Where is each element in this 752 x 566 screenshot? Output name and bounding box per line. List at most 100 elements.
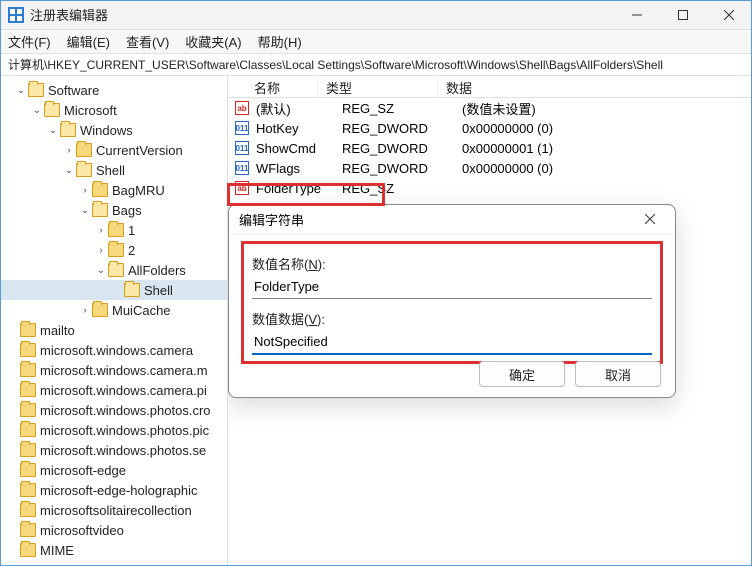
- folder-icon: [92, 203, 108, 217]
- chevron-down-icon[interactable]: ⌄: [14, 85, 28, 96]
- tree-node-bagmru[interactable]: ›BagMRU: [0, 180, 227, 200]
- address-bar[interactable]: 计算机\HKEY_CURRENT_USER\Software\Classes\L…: [0, 54, 752, 76]
- edit-string-dialog: 编辑字符串 数值名称(N): 数值数据(V): 确定 取消: [228, 204, 676, 398]
- tree-node[interactable]: microsoft-edge: [0, 460, 227, 480]
- folder-icon: [20, 343, 36, 357]
- maximize-button[interactable]: [660, 0, 706, 30]
- cancel-button[interactable]: 取消: [575, 361, 661, 387]
- value-row-foldertype[interactable]: ab FolderType REG_SZ: [228, 178, 752, 198]
- col-name[interactable]: 名称: [228, 76, 318, 97]
- folder-icon: [20, 383, 36, 397]
- tree-node-software[interactable]: ⌄Software: [0, 80, 227, 100]
- tree-node[interactable]: microsoft.windows.camera: [0, 340, 227, 360]
- tree-node-allfolders[interactable]: ⌄AllFolders: [0, 260, 227, 280]
- value-data-input[interactable]: [252, 330, 652, 355]
- folder-icon: [92, 183, 108, 197]
- menu-favorites[interactable]: 收藏夹(A): [185, 32, 241, 51]
- tree-node-windows[interactable]: ⌄Windows: [0, 120, 227, 140]
- tree-node-microsoft[interactable]: ⌄Microsoft: [0, 100, 227, 120]
- tree-node[interactable]: microsoft.windows.camera.m: [0, 360, 227, 380]
- menu-bar: 文件(F) 编辑(E) 查看(V) 收藏夹(A) 帮助(H): [0, 30, 752, 54]
- value-row-hotkey[interactable]: 011 HotKey REG_DWORD 0x00000000 (0): [228, 118, 752, 138]
- close-button[interactable]: [706, 0, 752, 30]
- folder-icon: [20, 423, 36, 437]
- folder-icon: [108, 223, 124, 237]
- folder-icon: [20, 483, 36, 497]
- chevron-down-icon[interactable]: ⌄: [46, 125, 60, 136]
- folder-icon: [60, 123, 76, 137]
- chevron-right-icon[interactable]: ›: [62, 145, 76, 156]
- value-name-label: 数值名称(N):: [252, 254, 652, 273]
- folder-icon: [108, 243, 124, 257]
- tree-node[interactable]: microsoftvideo: [0, 520, 227, 540]
- folder-icon: [124, 283, 140, 297]
- folder-icon: [20, 543, 36, 557]
- menu-view[interactable]: 查看(V): [126, 32, 169, 51]
- tree-node-currentversion[interactable]: ›CurrentVersion: [0, 140, 227, 160]
- ok-button[interactable]: 确定: [479, 361, 565, 387]
- value-name-input[interactable]: [252, 275, 652, 299]
- tree-node[interactable]: microsoft.windows.photos.cro: [0, 400, 227, 420]
- folder-icon: [20, 403, 36, 417]
- reg-sz-icon: ab: [232, 101, 252, 115]
- title-bar: 注册表编辑器: [0, 0, 752, 30]
- tree-node-2[interactable]: ›2: [0, 240, 227, 260]
- tree-node[interactable]: microsoft-edge-holographic: [0, 480, 227, 500]
- tree-node-shell[interactable]: ⌄Shell: [0, 160, 227, 180]
- dialog-title-text: 编辑字符串: [239, 210, 304, 229]
- folder-icon: [28, 83, 44, 97]
- tree-node[interactable]: mailto: [0, 320, 227, 340]
- chevron-right-icon[interactable]: ›: [78, 305, 92, 316]
- window-controls: [614, 0, 752, 30]
- tree-node[interactable]: microsoft.windows.camera.pi: [0, 380, 227, 400]
- col-type[interactable]: 类型: [318, 76, 438, 97]
- tree-node-shell-selected[interactable]: Shell: [0, 280, 227, 300]
- folder-icon: [108, 263, 124, 277]
- col-data[interactable]: 数据: [438, 76, 752, 97]
- reg-dword-icon: 011: [232, 141, 252, 155]
- menu-help[interactable]: 帮助(H): [258, 32, 302, 51]
- reg-sz-icon: ab: [232, 181, 252, 195]
- folder-icon: [76, 143, 92, 157]
- main-area: ⌄Software ⌄Microsoft ⌄Windows ›CurrentVe…: [0, 76, 752, 566]
- dialog-buttons: 确定 取消: [479, 361, 661, 387]
- chevron-right-icon[interactable]: ›: [78, 185, 92, 196]
- chevron-down-icon[interactable]: ⌄: [62, 165, 76, 176]
- regedit-icon: [8, 7, 24, 23]
- values-pane[interactable]: 名称 类型 数据 ab (默认) REG_SZ (数值未设置) 011 HotK…: [228, 76, 752, 566]
- value-data-label: 数值数据(V):: [252, 309, 652, 328]
- folder-icon: [20, 503, 36, 517]
- value-row-wflags[interactable]: 011 WFlags REG_DWORD 0x00000000 (0): [228, 158, 752, 178]
- dialog-body: 数值名称(N): 数值数据(V):: [229, 235, 675, 372]
- menu-file[interactable]: 文件(F): [8, 32, 51, 51]
- tree-node[interactable]: microsoftsolitairecollection: [0, 500, 227, 520]
- minimize-button[interactable]: [614, 0, 660, 30]
- chevron-down-icon[interactable]: ⌄: [78, 205, 92, 216]
- folder-icon: [44, 103, 60, 117]
- tree-node[interactable]: MIME: [0, 540, 227, 560]
- chevron-down-icon[interactable]: ⌄: [94, 265, 108, 276]
- folder-icon: [20, 323, 36, 337]
- value-row-showcmd[interactable]: 011 ShowCmd REG_DWORD 0x00000001 (1): [228, 138, 752, 158]
- dialog-close-button[interactable]: [635, 212, 665, 227]
- folder-icon: [76, 163, 92, 177]
- reg-dword-icon: 011: [232, 161, 252, 175]
- chevron-down-icon[interactable]: ⌄: [30, 105, 44, 116]
- tree-node[interactable]: microsoft.windows.photos.se: [0, 440, 227, 460]
- chevron-right-icon[interactable]: ›: [94, 225, 108, 236]
- tree-node[interactable]: microsoft.windows.photos.pic: [0, 420, 227, 440]
- folder-icon: [20, 463, 36, 477]
- values-header: 名称 类型 数据: [228, 76, 752, 98]
- tree-pane[interactable]: ⌄Software ⌄Microsoft ⌄Windows ›CurrentVe…: [0, 76, 228, 566]
- menu-edit[interactable]: 编辑(E): [67, 32, 110, 51]
- highlight-annotation: 数值名称(N): 数值数据(V):: [241, 241, 663, 364]
- tree-node-muicache[interactable]: ›MuiCache: [0, 300, 227, 320]
- folder-icon: [20, 443, 36, 457]
- folder-icon: [20, 363, 36, 377]
- value-row-default[interactable]: ab (默认) REG_SZ (数值未设置): [228, 98, 752, 118]
- chevron-right-icon[interactable]: ›: [94, 245, 108, 256]
- folder-icon: [20, 523, 36, 537]
- tree-node-bags[interactable]: ⌄Bags: [0, 200, 227, 220]
- dialog-titlebar[interactable]: 编辑字符串: [229, 205, 675, 235]
- tree-node-1[interactable]: ›1: [0, 220, 227, 240]
